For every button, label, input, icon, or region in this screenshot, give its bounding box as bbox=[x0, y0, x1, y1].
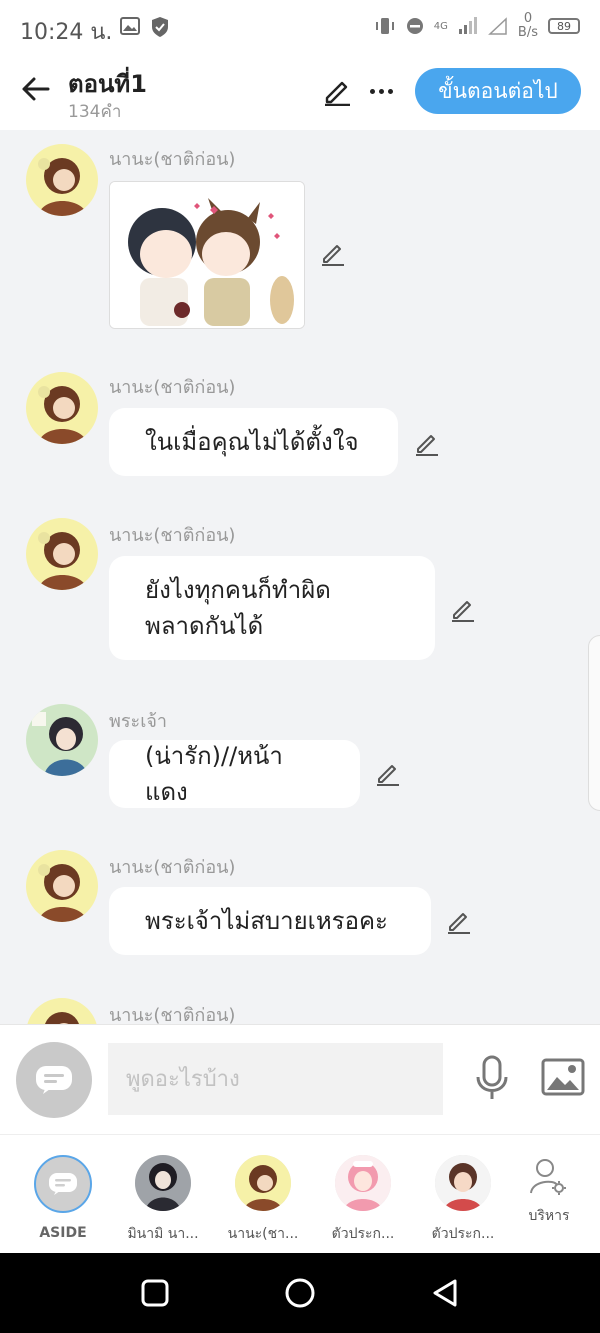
sender-name: นานะ(ชาติก่อน) bbox=[109, 525, 236, 546]
chat-message: นานะ(ชาติก่อน) bbox=[0, 130, 600, 340]
message-text-line: ยังไงทุกคนก็ทำผิด bbox=[145, 576, 331, 604]
character-name: ตัวประก... bbox=[331, 1226, 395, 1242]
side-scroll-handle[interactable] bbox=[588, 635, 600, 811]
character-protagonist-2[interactable]: ตัวประก... bbox=[413, 1155, 513, 1245]
character-aside[interactable]: ASIDE bbox=[13, 1155, 113, 1241]
message-text-line: พลาดกันได้ bbox=[145, 612, 264, 640]
manage-user-icon bbox=[530, 1159, 566, 1195]
character-name: นานะ(ชา... bbox=[227, 1226, 299, 1242]
edit-title-pencil-icon[interactable] bbox=[322, 76, 352, 106]
avatar-god[interactable] bbox=[26, 704, 98, 776]
message-bubble[interactable]: พระเจ้าไม่สบายเหรอคะ bbox=[109, 887, 431, 955]
back-arrow-icon[interactable] bbox=[18, 72, 52, 106]
chat-bubble-icon bbox=[36, 1066, 72, 1094]
sender-name: พระเจ้า bbox=[109, 711, 168, 732]
chat-bubble-icon bbox=[49, 1173, 77, 1195]
sender-name: นานะ(ชาติก่อน) bbox=[109, 1005, 236, 1024]
sticker-image[interactable] bbox=[109, 181, 305, 329]
sender-name: นานะ(ชาติก่อน) bbox=[109, 149, 236, 170]
message-bubble[interactable]: (น่ารัก)//หน้าแดง bbox=[109, 740, 360, 808]
message-bubble[interactable]: ยังไงทุกคนก็ทำผิด พลาดกันได้ bbox=[109, 556, 435, 660]
nav-triangle-icon[interactable] bbox=[427, 1275, 463, 1311]
input-bar bbox=[0, 1024, 600, 1134]
edit-message-pencil-icon[interactable] bbox=[450, 596, 476, 622]
character-name: มินามิ นา... bbox=[127, 1226, 199, 1242]
chat-message: นานะ(ชาติก่อน) ยังไงทุกคนก็ทำผิด พลาดกัน… bbox=[0, 506, 600, 666]
aside-toggle-button[interactable] bbox=[16, 1042, 92, 1118]
edit-message-pencil-icon[interactable] bbox=[375, 760, 401, 786]
avatar-nana[interactable] bbox=[26, 998, 98, 1024]
signal-empty-icon bbox=[488, 17, 507, 35]
battery-icon: 89 bbox=[548, 18, 580, 34]
network-type: 4G bbox=[433, 20, 448, 32]
avatar-nana[interactable] bbox=[26, 372, 98, 444]
avatar bbox=[335, 1155, 391, 1211]
message-text: ในเมื่อคุณไม่ได้ตั้งใจ bbox=[145, 428, 359, 456]
mic-icon[interactable] bbox=[474, 1055, 510, 1101]
next-step-button[interactable]: ขั้นตอนต่อไป bbox=[415, 68, 581, 114]
header: ตอนที่1 134คำ ขั้นตอนต่อไป bbox=[0, 56, 600, 130]
status-bar: 10:24 น. 4G 0 B/s 89 bbox=[0, 0, 600, 56]
avatar-nana[interactable] bbox=[26, 518, 98, 590]
character-name: ตัวประก... bbox=[431, 1226, 495, 1242]
character-name: บริหาร bbox=[528, 1208, 570, 1224]
avatar bbox=[135, 1155, 191, 1211]
message-text: (น่ารัก)//หน้าแดง bbox=[145, 742, 283, 806]
chat-message: นานะ(ชาติก่อน) ในเมื่อคุณไม่ได้ตั้งใจ bbox=[0, 358, 600, 478]
manage-characters-button[interactable]: บริหาร bbox=[499, 1157, 599, 1227]
nav-square-icon[interactable] bbox=[137, 1275, 173, 1311]
chat-message: นานะ(ชาติก่อน) bbox=[0, 986, 600, 1024]
avatar bbox=[435, 1155, 491, 1211]
sender-name: นานะ(ชาติก่อน) bbox=[109, 377, 236, 398]
character-minami[interactable]: มินามิ นา... bbox=[113, 1155, 213, 1245]
message-input[interactable] bbox=[108, 1043, 443, 1115]
character-nana[interactable]: นานะ(ชา... bbox=[213, 1155, 313, 1245]
sender-name: นานะ(ชาติก่อน) bbox=[109, 857, 236, 878]
edit-message-pencil-icon[interactable] bbox=[320, 240, 346, 266]
avatar bbox=[235, 1155, 291, 1211]
chat-message: พระเจ้า (น่ารัก)//หน้าแดง bbox=[0, 690, 600, 820]
character-bar: ASIDE มินามิ นา... นานะ(ชา... ตัวประก...… bbox=[0, 1134, 600, 1253]
vibrate-icon bbox=[375, 18, 394, 34]
message-bubble[interactable]: ในเมื่อคุณไม่ได้ตั้งใจ bbox=[109, 408, 398, 476]
character-name: ASIDE bbox=[39, 1225, 87, 1241]
character-protagonist-1[interactable]: ตัวประก... bbox=[313, 1155, 413, 1245]
edit-message-pencil-icon[interactable] bbox=[414, 430, 440, 456]
word-count: 134คำ bbox=[68, 102, 122, 122]
system-nav-bar bbox=[0, 1253, 600, 1333]
gallery-icon bbox=[120, 17, 140, 35]
chat-area[interactable]: นานะ(ชาติก่อน) นานะ(ชาติก่อน) ในเมื่อคุณ… bbox=[0, 130, 600, 1024]
dnd-icon bbox=[406, 18, 423, 34]
avatar-nana[interactable] bbox=[26, 144, 98, 216]
status-right: 4G 0 B/s 89 bbox=[374, 12, 580, 40]
more-dots-icon[interactable] bbox=[366, 76, 396, 106]
edit-message-pencil-icon[interactable] bbox=[446, 908, 472, 934]
signal-icon bbox=[458, 17, 477, 34]
status-time: 10:24 น. bbox=[20, 20, 113, 45]
image-icon[interactable] bbox=[541, 1057, 585, 1097]
chat-message: นานะ(ชาติก่อน) พระเจ้าไม่สบายเหรอคะ bbox=[0, 838, 600, 968]
nav-circle-icon[interactable] bbox=[282, 1275, 318, 1311]
status-left-icons bbox=[120, 16, 170, 38]
shield-icon bbox=[152, 17, 168, 37]
message-text: พระเจ้าไม่สบายเหรอคะ bbox=[145, 907, 388, 935]
avatar-nana[interactable] bbox=[26, 850, 98, 922]
net-speed: 0 B/s bbox=[517, 11, 538, 40]
